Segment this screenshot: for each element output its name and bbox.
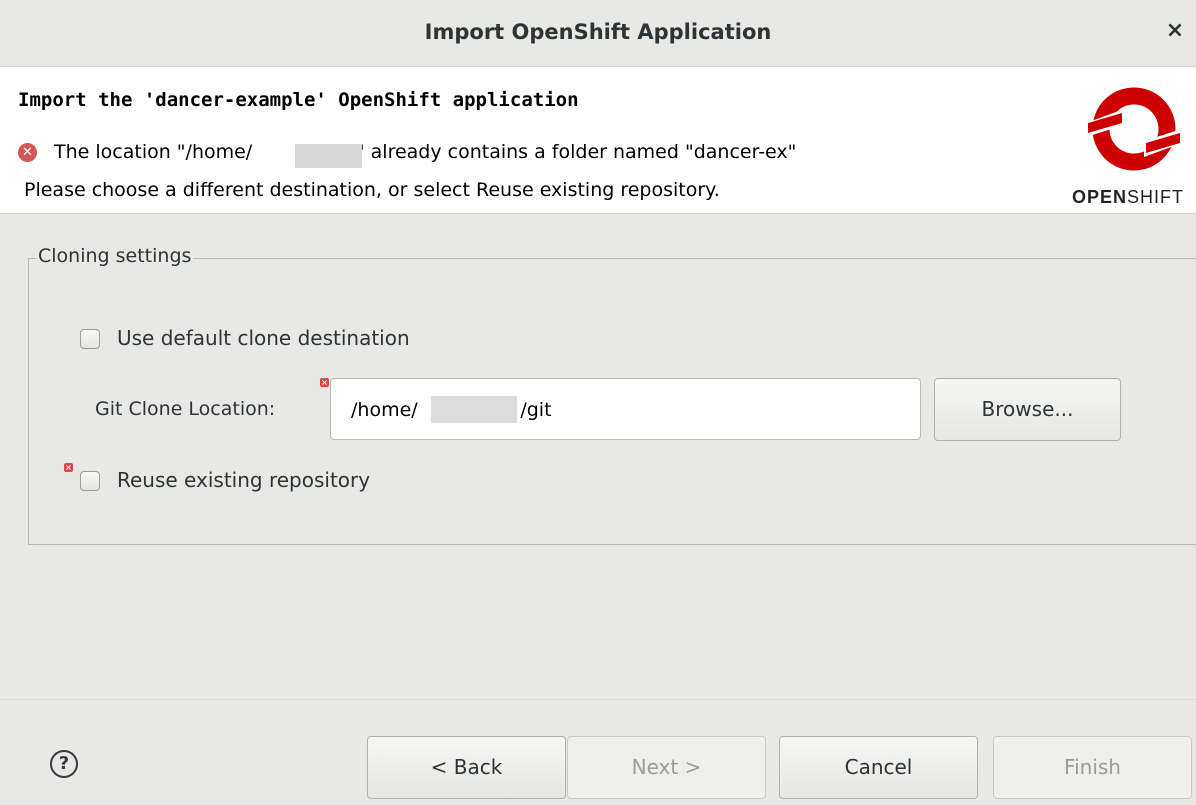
wizard-header: Import the 'dancer-example' OpenShift ap… — [0, 67, 1196, 214]
dialog-titlebar: Import OpenShift Application × — [0, 0, 1196, 67]
footer-separator — [0, 699, 1196, 700]
reuse-existing-checkbox[interactable] — [80, 471, 100, 491]
openshift-logo: OPENSHIFT — [1070, 79, 1196, 213]
error-hint: Please choose a different destination, o… — [24, 179, 720, 201]
git-clone-location-input[interactable]: /home/ /git — [330, 378, 921, 440]
browse-button[interactable]: Browse... — [934, 378, 1121, 441]
cancel-button[interactable]: Cancel — [779, 736, 978, 799]
field-error-icon: × — [320, 378, 329, 387]
redacted-username — [295, 144, 362, 168]
next-button[interactable]: Next > — [567, 736, 766, 799]
page-title: Import the 'dancer-example' OpenShift ap… — [18, 89, 579, 111]
openshift-logo-icon — [1086, 87, 1182, 171]
redacted-username — [431, 396, 517, 423]
error-message: The location "/home/ /git" already conta… — [54, 141, 797, 163]
finish-button[interactable]: Finish — [993, 736, 1192, 799]
back-button[interactable]: < Back — [367, 736, 566, 799]
use-default-label[interactable]: Use default clone destination — [117, 326, 410, 350]
cloning-settings-legend: Cloning settings — [36, 245, 194, 267]
openshift-wordmark: OPENSHIFT — [1072, 187, 1185, 207]
dialog-title: Import OpenShift Application — [424, 20, 772, 44]
reuse-error-icon: × — [64, 463, 73, 472]
git-clone-location-label: Git Clone Location: — [95, 398, 276, 420]
help-icon[interactable]: ? — [50, 750, 78, 778]
reuse-existing-label[interactable]: Reuse existing repository — [117, 468, 370, 492]
use-default-checkbox[interactable] — [80, 329, 100, 349]
close-button[interactable]: × — [1162, 18, 1188, 44]
error-icon: ✕ — [18, 143, 37, 162]
